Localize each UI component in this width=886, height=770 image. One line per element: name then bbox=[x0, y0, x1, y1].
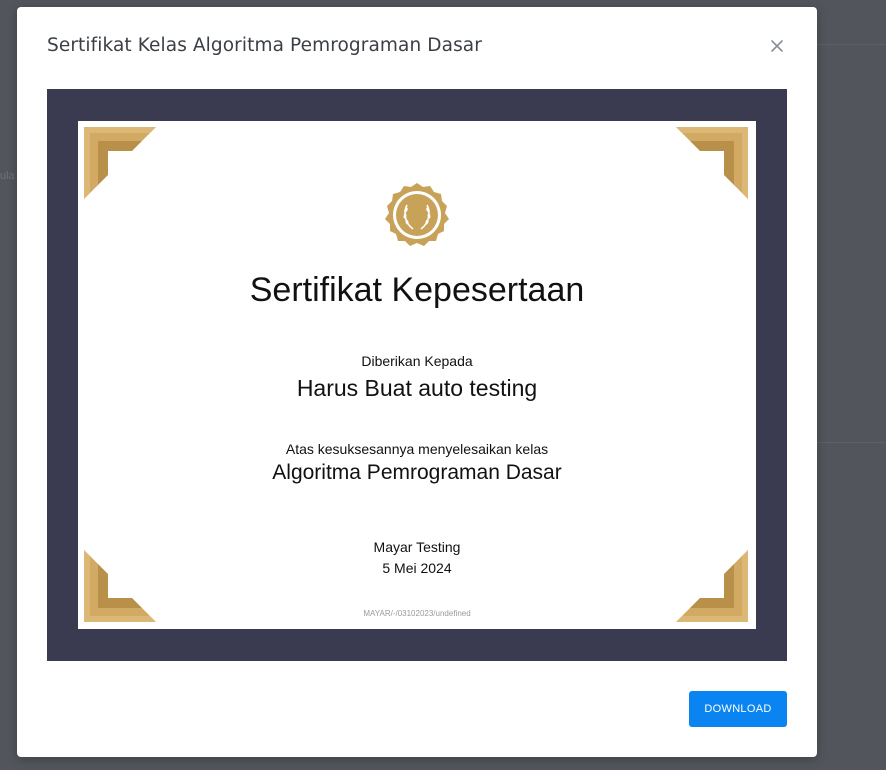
close-icon bbox=[771, 40, 783, 52]
corner-ornament-top-left bbox=[84, 127, 156, 199]
given-to-label: Diberikan Kepada bbox=[361, 353, 473, 369]
certificate-paper: Sertifikat Kepesertaan Diberikan Kepada … bbox=[78, 121, 756, 629]
recipient-name: Harus Buat auto testing bbox=[296, 375, 538, 401]
issue-date: 5 Mei 2024 bbox=[382, 560, 452, 576]
certificate-id: MAYAR/-/03102023/undefined bbox=[363, 609, 471, 618]
close-button[interactable] bbox=[767, 36, 787, 56]
modal-title: Sertifikat Kelas Algoritma Pemrograman D… bbox=[47, 35, 482, 56]
background-partial-text: ula bbox=[0, 170, 15, 182]
corner-ornament-top-right bbox=[676, 127, 748, 199]
certificate-frame: Sertifikat Kepesertaan Diberikan Kepada … bbox=[47, 89, 787, 661]
download-button[interactable]: DOWNLOAD bbox=[689, 691, 787, 727]
course-name: Algoritma Pemrograman Dasar bbox=[272, 461, 562, 484]
background-divider bbox=[817, 44, 886, 45]
success-label: Atas kesuksesannya menyelesaikan kelas bbox=[285, 441, 549, 457]
certificate-modal: Sertifikat Kelas Algoritma Pemrograman D… bbox=[17, 7, 817, 757]
background-divider bbox=[817, 442, 886, 443]
certificate-heading: Sertifikat Kepesertaan bbox=[249, 271, 585, 309]
issuer-name: Mayar Testing bbox=[373, 539, 461, 555]
laurel-seal-icon bbox=[385, 183, 449, 246]
